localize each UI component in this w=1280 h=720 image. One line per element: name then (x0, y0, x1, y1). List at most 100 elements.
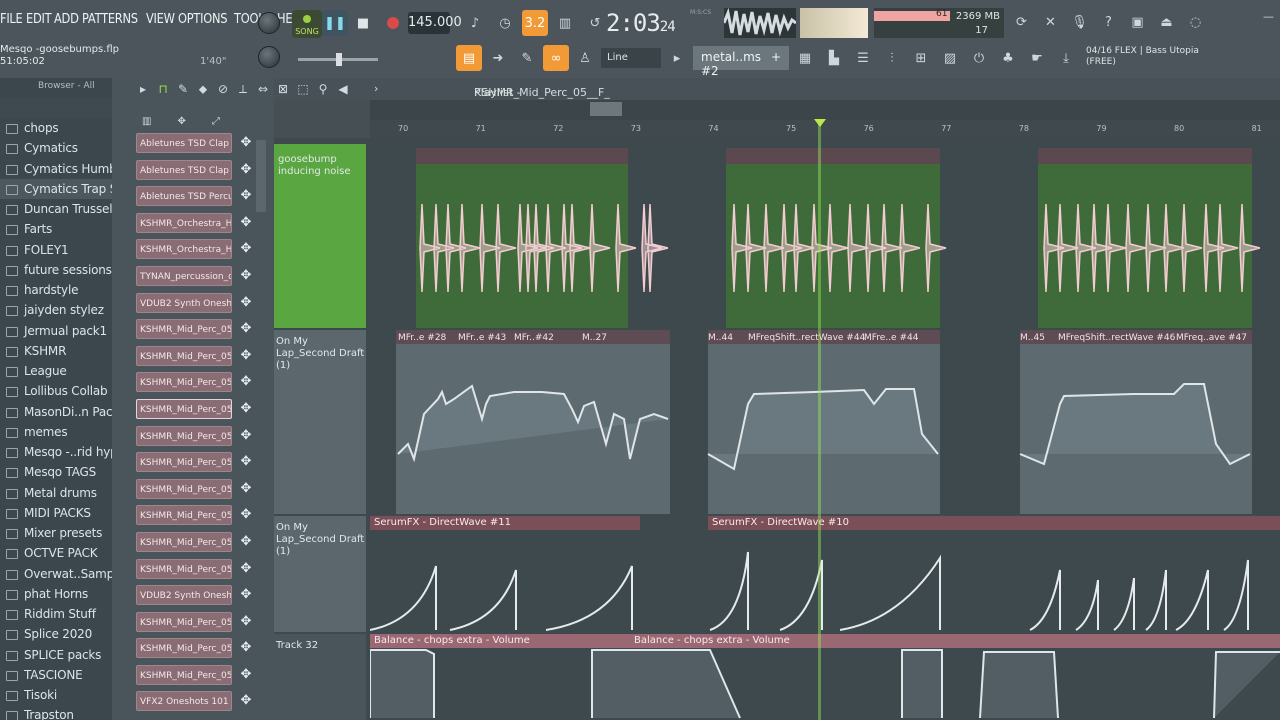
wait-record-icon[interactable]: ◷ (492, 10, 518, 36)
channel-row[interactable]: KSHMR_Mid_Perc_05.. ✥ (136, 449, 254, 476)
channel-row[interactable]: KSHMR_Mid_Perc_05.. ✥ (136, 529, 254, 556)
playlist-icon[interactable]: ▤ (456, 45, 482, 71)
channel-name-button[interactable]: KSHMR_Mid_Perc_05.. (136, 398, 232, 419)
channel-row[interactable]: Abletunes TSD Clap 41.. ✥ (136, 130, 254, 157)
browser-folder-item[interactable]: hardstyle (0, 280, 112, 300)
browser-folder-item[interactable]: Tisoki (0, 685, 112, 705)
menu-add[interactable]: ADD (54, 12, 84, 34)
channel-name-button[interactable]: VDUB2 Synth Oneshot.. (136, 292, 232, 313)
speaker-icon[interactable]: ◀ (334, 80, 352, 98)
move-icon[interactable]: ✥ (177, 116, 185, 128)
channel-name-button[interactable]: KSHMR_Mid_Perc_05.. (136, 664, 232, 685)
tempo-display[interactable]: 145.000 (408, 12, 462, 34)
browser-folder-item[interactable]: League (0, 361, 112, 381)
tempo-tap-icon[interactable]: ♣ (995, 45, 1021, 71)
browser-folder-item[interactable]: jaiyden stylez (0, 300, 112, 320)
channel-row[interactable]: TYNAN_percussion_o.. ✥ (136, 263, 254, 290)
snap-button[interactable]: 3.2 (522, 10, 548, 36)
channel-row[interactable]: VDUB2 Synth Oneshot.. ✥ (136, 582, 254, 609)
channel-add-icon[interactable]: ✥ (238, 638, 254, 658)
channel-name-button[interactable]: KSHMR_Mid_Perc_05.. (136, 611, 232, 632)
channel-row[interactable]: KSHMR_Orchestra_Hit.. ✥ (136, 210, 254, 237)
channel-add-icon[interactable]: ✥ (238, 133, 254, 153)
channel-row[interactable]: Abletunes TSD Percus.. ✥ (136, 183, 254, 210)
playhead-marker[interactable] (814, 119, 826, 127)
step-edit-icon[interactable]: ▥ (552, 10, 578, 36)
playlist-overview[interactable] (370, 100, 1280, 120)
pencil-icon[interactable]: ✎ (514, 45, 540, 71)
zoom-icon[interactable]: ⤢ (212, 116, 220, 128)
select-icon[interactable]: ⬚ (294, 80, 312, 98)
channel-name-button[interactable]: KSHMR_Orchestra_Hit.. (136, 212, 232, 233)
channel-name-button[interactable]: VFX2 Oneshots 101 (136, 691, 232, 712)
channel-name-button[interactable]: KSHMR_Mid_Perc_05.. (136, 452, 232, 473)
browser-folder-item[interactable]: phat Horns (0, 584, 112, 604)
browser-folder-item[interactable]: future sessions (0, 260, 112, 280)
browser-header[interactable]: Browser - All (0, 78, 112, 96)
channel-row[interactable]: KSHMR_Mid_Perc_05.. ✥ (136, 476, 254, 503)
browser-folder-item[interactable]: Cymatics Trap Shit (0, 178, 112, 199)
browser-folder-item[interactable]: Lollibus Collab (0, 381, 112, 401)
refresh-icon[interactable]: ⟳ (1008, 9, 1035, 35)
draw-icon[interactable]: ✎ (174, 80, 192, 98)
automation-clip-label[interactable]: MFr..#42 (514, 331, 554, 345)
automation-clip-label[interactable]: M..44 (708, 331, 733, 345)
browser-folder-item[interactable]: KSHMR (0, 341, 112, 361)
download-icon[interactable]: ⤓ (1053, 45, 1079, 71)
minimize-icon[interactable]: — (1263, 10, 1274, 23)
browser-folder-item[interactable]: TASCIONE (0, 665, 112, 685)
channel-add-icon[interactable]: ✥ (238, 319, 254, 339)
channel-row[interactable]: VDUB2 Synth Oneshot.. ✥ (136, 290, 254, 317)
paint-icon[interactable]: ⬥ (194, 80, 212, 98)
menu-patterns[interactable]: PATTERNS (82, 12, 143, 34)
playlist-navigator[interactable] (274, 100, 370, 138)
channel-name-button[interactable]: KSHMR_Mid_Perc_05.. (136, 558, 232, 579)
channel-name-button[interactable]: KSHMR_Mid_Perc_05.. (136, 372, 232, 393)
browser-tree-icon[interactable]: ⊞ (908, 45, 934, 71)
arrow-right-icon[interactable]: ➜ (485, 45, 511, 71)
channel-add-icon[interactable]: ✥ (238, 346, 254, 366)
channel-name-button[interactable]: KSHMR_Mid_Perc_05.. (136, 505, 232, 526)
channel-row[interactable]: KSHMR_Mid_Perc_05.. ✥ (136, 635, 254, 662)
automation-clip-label[interactable]: MFr..e #28 (398, 331, 446, 345)
automation-clip-label[interactable]: MFr..e #43 (458, 331, 506, 345)
automation-clip-label[interactable]: MFre..e #44 (864, 331, 918, 345)
channel-name-button[interactable]: KSHMR_Orchestra_Hit.. (136, 239, 232, 260)
help-icon[interactable]: ? (1095, 9, 1122, 35)
channel-add-icon[interactable]: ✥ (238, 293, 254, 313)
render-icon[interactable]: ⏏ (1153, 9, 1180, 35)
master-pitch-knob[interactable] (258, 46, 280, 68)
mixer-icon[interactable]: ⫶ (879, 45, 905, 71)
piano-roll-icon[interactable]: ▙ (821, 45, 847, 71)
link-icon[interactable]: ∞ (543, 45, 569, 71)
browser-folder-item[interactable]: FOLEY1 (0, 240, 112, 260)
channel-add-icon[interactable]: ✥ (238, 559, 254, 579)
playhead-line[interactable] (818, 120, 821, 720)
browser-folder-item[interactable]: Metal drums (0, 483, 112, 503)
pause-button[interactable]: ❚❚ (322, 10, 348, 36)
tools-icon[interactable]: ✕ (1037, 9, 1064, 35)
channel-add-icon[interactable]: ✥ (238, 585, 254, 605)
channel-name-button[interactable]: TYNAN_percussion_o.. (136, 265, 232, 286)
browser-folder-item[interactable]: Trapston (0, 705, 112, 720)
mute-icon[interactable]: ⟂ (234, 80, 252, 98)
metronome-icon[interactable]: ♪ (462, 10, 488, 36)
browser-folder-item[interactable]: Cymatics Humble (0, 159, 112, 179)
channel-name-button[interactable]: Abletunes TSD Clap 41.. (136, 133, 232, 153)
channel-add-icon[interactable]: ✥ (238, 399, 254, 419)
flex-preset-info[interactable]: 04/16 FLEX | Bass Utopia (FREE) (1086, 46, 1199, 68)
browser-folder-item[interactable]: SPLICE packs (0, 645, 112, 665)
channel-add-icon[interactable]: ✥ (238, 372, 254, 392)
serum-clip-label[interactable]: SerumFX - DirectWave #11 (370, 516, 640, 530)
menu-view[interactable]: VIEW (146, 12, 180, 34)
channel-row[interactable]: KSHMR_Mid_Perc_05.. ✥ (136, 343, 254, 370)
channel-name-button[interactable]: Abletunes TSD Clap 41.. (136, 159, 232, 180)
channel-row[interactable]: KSHMR_Mid_Perc_05.. ✥ (136, 369, 254, 396)
menu-edit[interactable]: EDIT (26, 12, 57, 34)
browser-folder-item[interactable]: Riddim Stuff (0, 604, 112, 624)
grid-icon[interactable]: ▥ (142, 116, 151, 128)
touch-icon[interactable]: ☛ (1024, 45, 1050, 71)
channel-row[interactable]: KSHMR_Mid_Perc_05.. ✥ (136, 423, 254, 450)
browser-folder-item[interactable]: Mesqo -..rid hype (0, 442, 112, 462)
browser-folder-item[interactable]: Splice 2020 (0, 624, 112, 644)
